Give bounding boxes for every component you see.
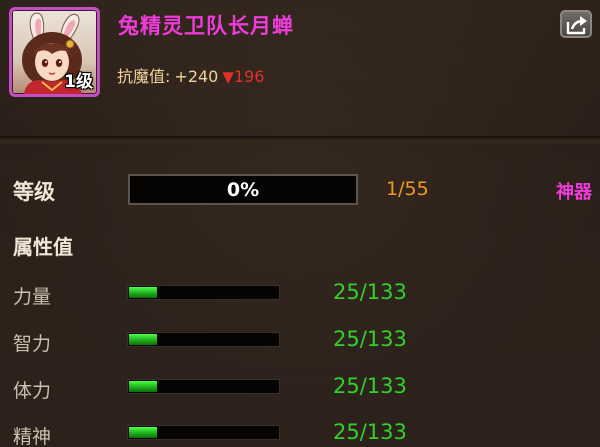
attribute-bar-fill <box>129 381 157 392</box>
attribute-bar <box>127 285 280 300</box>
attribute-row-strength: 力量 25/133 <box>0 280 600 318</box>
character-panel: 1级 兔精灵卫队长月蝉 抗魔值: +240 ▼ 196 等级 0% 1/55 神… <box>0 0 600 447</box>
level-progress-bar: 0% <box>128 174 358 205</box>
magic-resist-decrease: 196 <box>233 67 265 86</box>
attribute-bar-fill <box>129 287 157 298</box>
attribute-row-stamina: 体力 25/133 <box>0 374 600 412</box>
attribute-bar-fill <box>129 427 157 438</box>
attribute-value: 25/133 <box>333 327 407 351</box>
attribute-name: 精神 <box>13 426 52 447</box>
magic-resist-label: 抗魔值: <box>117 67 171 86</box>
attributes-heading: 属性值 <box>13 235 73 259</box>
section-divider <box>0 136 600 144</box>
artifact-link[interactable]: 神器 <box>556 178 592 204</box>
magic-resist-row: 抗魔值: +240 ▼ 196 <box>117 63 264 87</box>
character-name: 兔精灵卫队长月蝉 <box>118 14 294 38</box>
level-badge: 1级 <box>64 72 93 92</box>
attribute-name: 智力 <box>13 333 52 355</box>
level-label: 等级 <box>13 180 55 204</box>
attribute-value: 25/133 <box>333 420 407 444</box>
attribute-name: 体力 <box>13 380 52 402</box>
attribute-row-intelligence: 智力 25/133 <box>0 327 600 365</box>
attribute-bar <box>127 379 280 394</box>
level-count: 1/55 <box>386 178 429 200</box>
attribute-bar-fill <box>129 334 157 345</box>
attribute-name: 力量 <box>13 286 52 308</box>
attribute-row-spirit: 精神 25/133 <box>0 420 600 447</box>
level-progress-text: 0% <box>226 178 260 201</box>
attribute-bar <box>127 425 280 440</box>
attribute-value: 25/133 <box>333 280 407 304</box>
share-button[interactable] <box>560 10 592 38</box>
character-header: 1级 兔精灵卫队长月蝉 抗魔值: +240 ▼ 196 <box>0 0 600 140</box>
attribute-value: 25/133 <box>333 374 407 398</box>
attribute-bar <box>127 332 280 347</box>
character-portrait[interactable]: 1级 <box>9 7 100 97</box>
down-triangle-icon: ▼ <box>222 68 234 86</box>
share-export-icon <box>566 16 587 35</box>
magic-resist-bonus: +240 <box>174 67 219 86</box>
